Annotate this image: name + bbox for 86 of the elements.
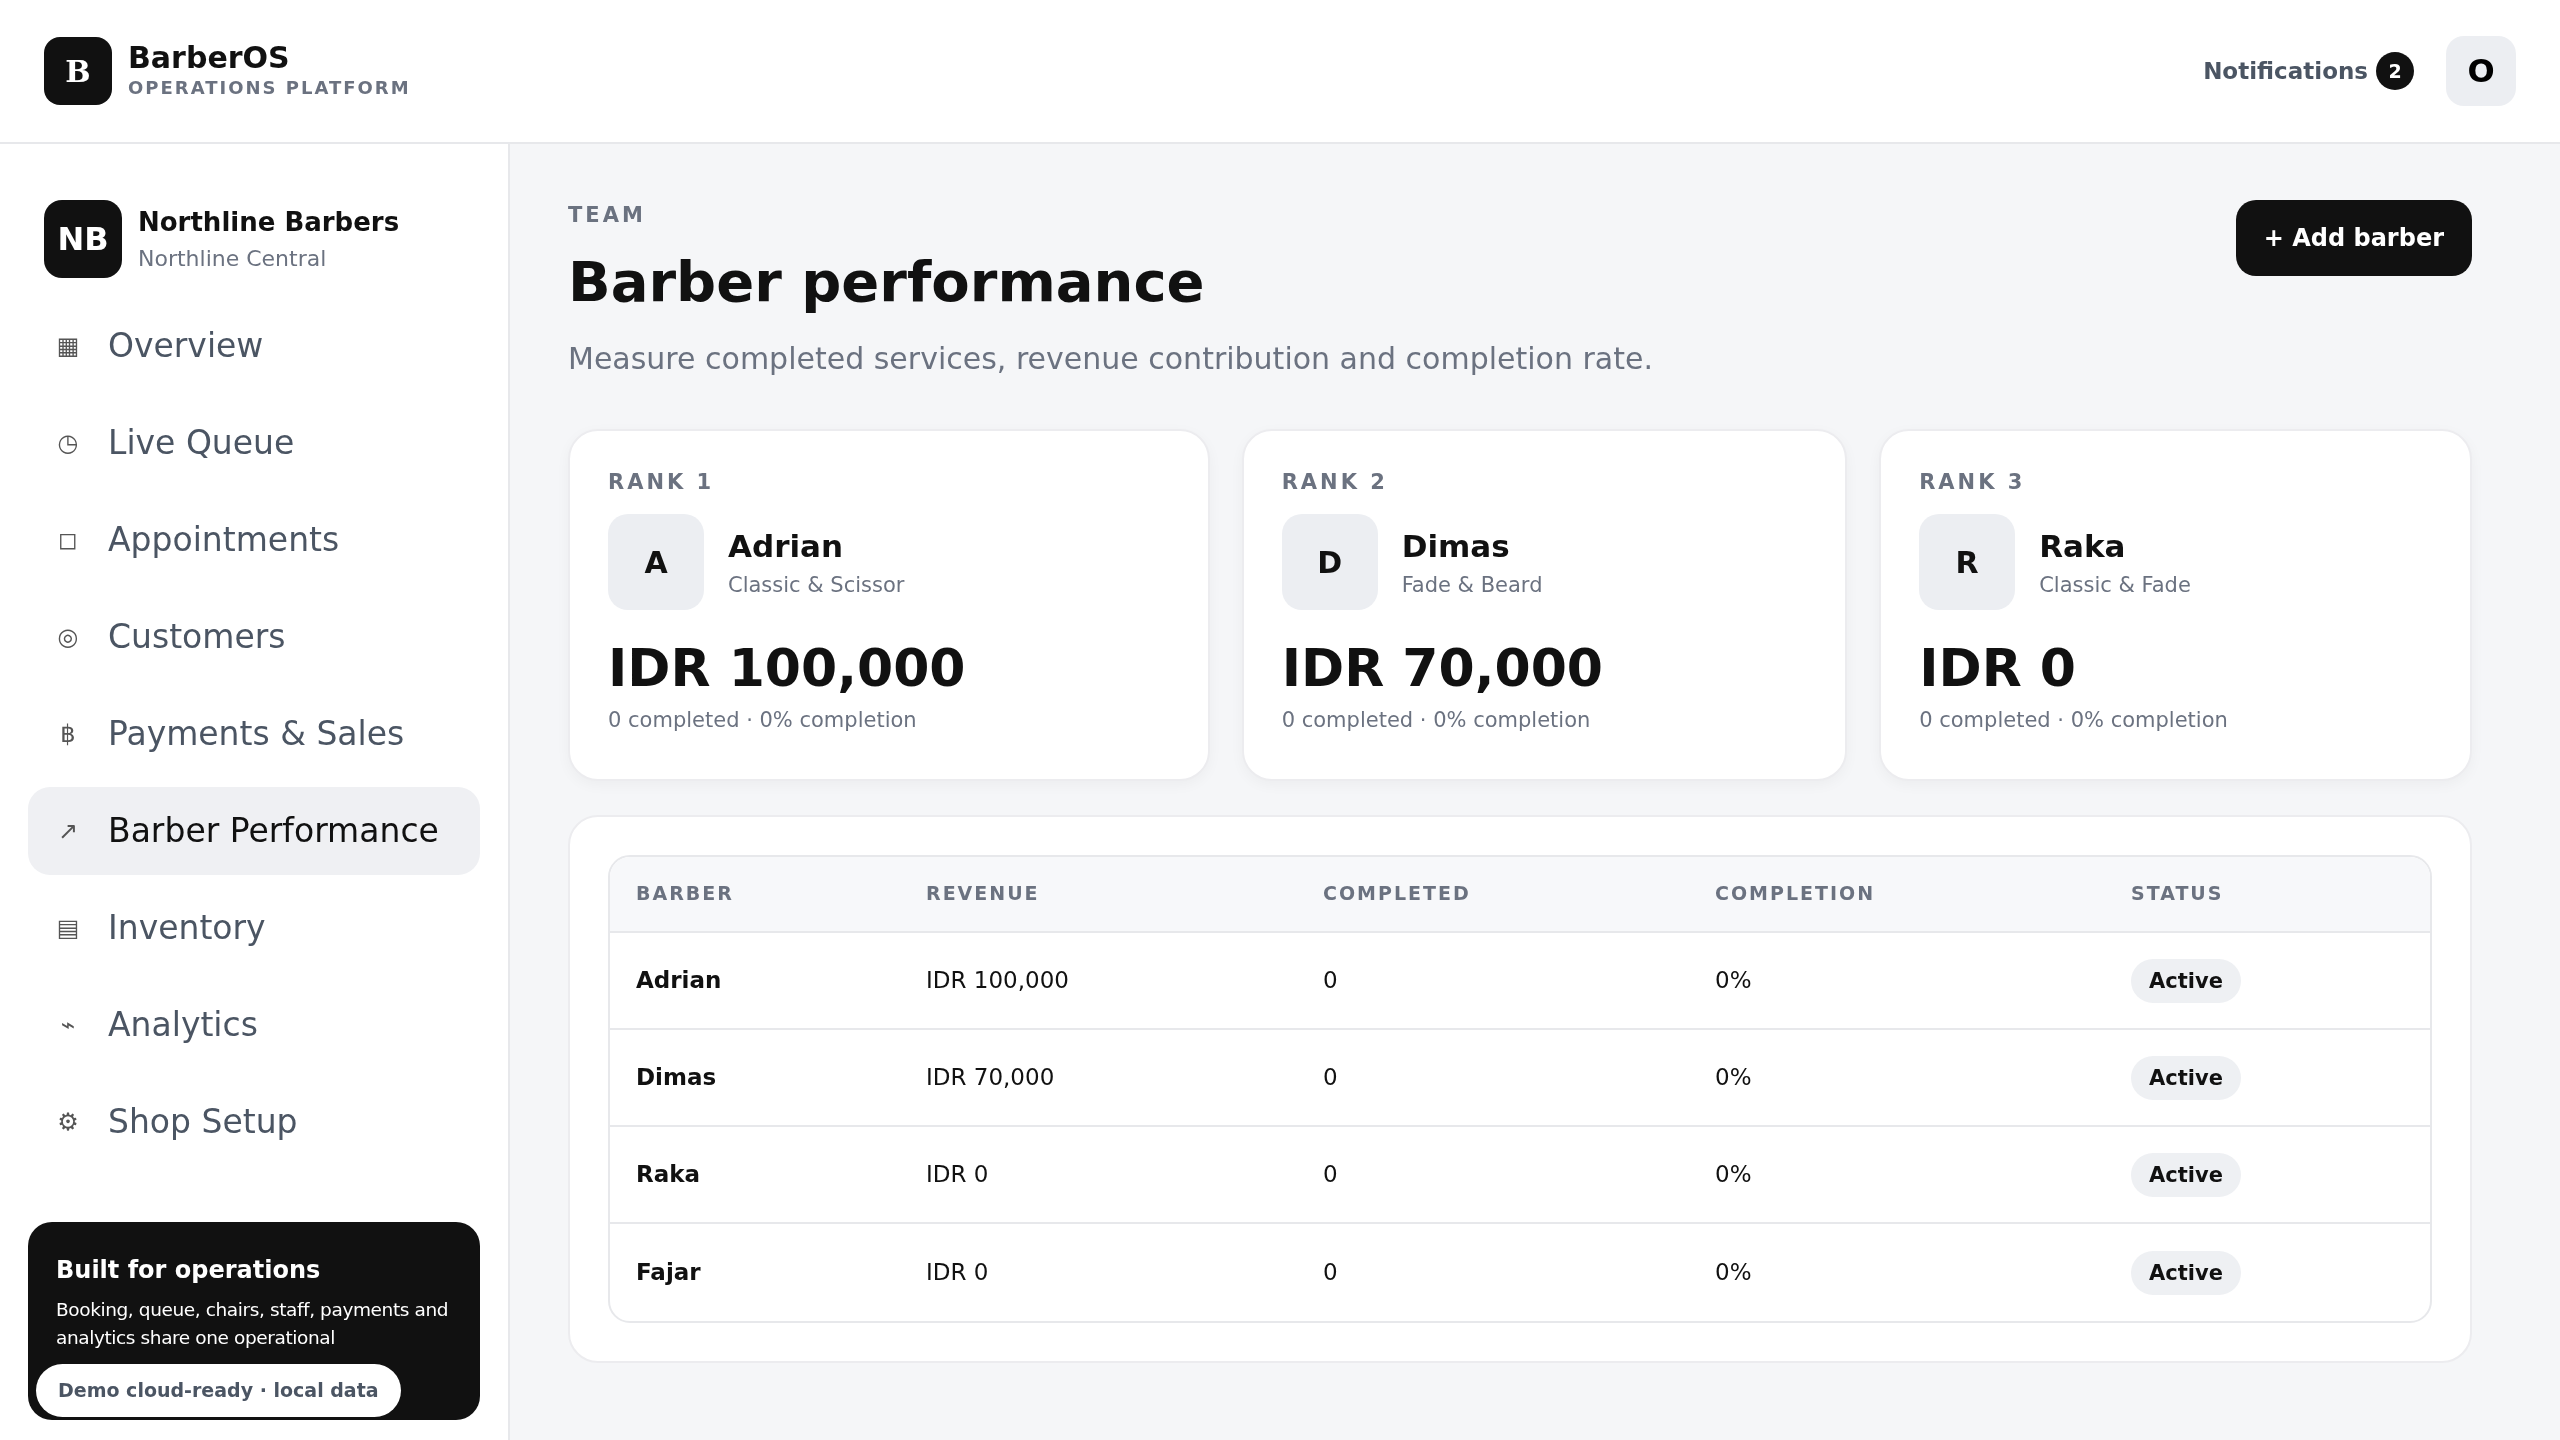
table-cell-text: 0 — [1322, 1159, 1339, 1189]
column-header: COMPLETION — [1714, 881, 1877, 907]
completion-summary: 0 completed · 0% completion — [608, 707, 918, 735]
shop-location: Northline Central — [138, 245, 328, 273]
completion-summary: 0 completed · 0% completion — [1919, 707, 2229, 735]
nav-icon: ⌁ — [54, 1007, 82, 1043]
table-cell-text: IDR 0 — [925, 1159, 990, 1189]
barber-name: Dimas — [1401, 527, 1511, 566]
sidebar-nav-item[interactable]: ▦ Overview — [28, 302, 480, 390]
nav-icon: ◻ — [54, 522, 82, 558]
nav-label: Shop Setup — [108, 1101, 298, 1144]
nav-icon: ↗ — [54, 813, 82, 849]
brand-tagline: OPERATIONS PLATFORM — [128, 76, 411, 100]
rank-label: RANK 1 — [608, 468, 716, 496]
barber-name: Raka — [2039, 527, 2127, 566]
rank-label: RANK 3 — [1919, 468, 2027, 496]
revenue-amount: IDR 70,000 — [1281, 640, 1604, 698]
rank-label: RANK 2 — [1281, 468, 1389, 496]
sidebar-nav-item[interactable]: ฿ Payments & Sales — [28, 690, 480, 778]
sidebar-nav-item[interactable]: ⌁ Analytics — [28, 981, 480, 1069]
nav-icon: ◎ — [54, 619, 82, 655]
sidebar-nav-item[interactable]: ▤ Inventory — [28, 884, 480, 972]
column-header: COMPLETED — [1322, 881, 1472, 907]
status-badge: Active — [2131, 1055, 2241, 1100]
column-header: REVENUE — [925, 881, 1041, 907]
nav-label: Appointments — [108, 519, 340, 562]
barber-avatar: R — [1919, 514, 2016, 610]
nav-label: Payments & Sales — [108, 713, 405, 756]
status-badge: Active — [2131, 1250, 2241, 1295]
table-cell-text: 0% — [1714, 965, 1753, 995]
completion-summary: 0 completed · 0% completion — [1281, 707, 1592, 735]
table-cell-text: 0 — [1322, 1062, 1339, 1092]
nav-label: Overview — [108, 325, 264, 368]
table-cell-text: 0 — [1322, 965, 1339, 995]
table-cell-text: Fajar — [635, 1257, 702, 1287]
table-cell-text: Raka — [635, 1159, 702, 1189]
sidebar-nav-item[interactable]: ⚙ Shop Setup — [28, 1078, 480, 1166]
status-badge: Active — [2131, 958, 2241, 1003]
add-barber-button[interactable]: + Add barber — [2235, 200, 2472, 276]
promo-title: Built for operations — [56, 1255, 322, 1286]
section-label: TEAM — [568, 202, 647, 229]
table-cell-text: 0% — [1714, 1159, 1753, 1189]
table-cell-text: Dimas — [635, 1062, 718, 1092]
sidebar-nav-item[interactable]: ◷ Live Queue — [28, 399, 480, 487]
column-header: STATUS — [2130, 881, 2225, 907]
barber-avatar: D — [1281, 514, 1378, 610]
nav-icon: ◷ — [54, 425, 82, 461]
promo-text: Booking, queue, chairs, staff, payments and analytics share one operational — [56, 1298, 450, 1350]
table-cell-text: IDR 0 — [925, 1257, 990, 1287]
table-cell-text: IDR 70,000 — [925, 1062, 1056, 1092]
barber-avatar: A — [608, 514, 704, 610]
user-avatar[interactable]: O — [2446, 36, 2516, 106]
sidebar-nav-item[interactable]: ↗ Barber Performance — [28, 787, 480, 875]
brand-name: BarberOS — [128, 41, 291, 74]
nav-label: Live Queue — [108, 422, 295, 465]
nav-label: Barber Performance — [108, 810, 439, 853]
nav-icon: ▤ — [54, 910, 82, 946]
notifications-link[interactable]: Notifications — [2203, 53, 2368, 89]
status-badge: Active — [2131, 1152, 2241, 1197]
revenue-amount: IDR 0 — [1919, 640, 2077, 698]
table-cell-text: 0% — [1714, 1062, 1753, 1092]
shop-avatar: NB — [44, 200, 122, 278]
column-header: BARBER — [635, 881, 735, 907]
nav-label: Inventory — [108, 907, 266, 950]
table-cell-text: 0% — [1714, 1257, 1753, 1287]
demo-badge: Demo cloud-ready · local data — [36, 1364, 401, 1417]
nav-icon: ฿ — [54, 716, 82, 752]
barber-specialty: Classic & Scissor — [728, 571, 905, 599]
table-cell-text: Adrian — [635, 965, 723, 995]
revenue-amount: IDR 100,000 — [608, 640, 967, 698]
sidebar-nav-item[interactable]: ◻ Appointments — [28, 496, 480, 584]
barber-specialty: Classic & Fade — [2039, 571, 2191, 599]
barber-name: Adrian — [728, 527, 845, 566]
table-cell-text: 0 — [1322, 1257, 1339, 1287]
nav-icon: ⚙ — [54, 1104, 82, 1140]
notification-count: 2 — [2376, 52, 2414, 90]
nav-label: Customers — [108, 616, 286, 659]
nav-icon: ▦ — [54, 328, 82, 364]
shop-name: Northline Barbers — [138, 206, 400, 239]
page-title: Barber performance — [568, 247, 1206, 316]
logo: B — [44, 37, 112, 105]
sidebar-nav-item[interactable]: ◎ Customers — [28, 593, 480, 681]
nav-label: Analytics — [108, 1004, 258, 1047]
barber-specialty: Fade & Beard — [1401, 571, 1543, 599]
table-cell-text: IDR 100,000 — [925, 965, 1070, 995]
page-subtitle: Measure completed services, revenue contribution and completion rate. — [568, 339, 1653, 378]
